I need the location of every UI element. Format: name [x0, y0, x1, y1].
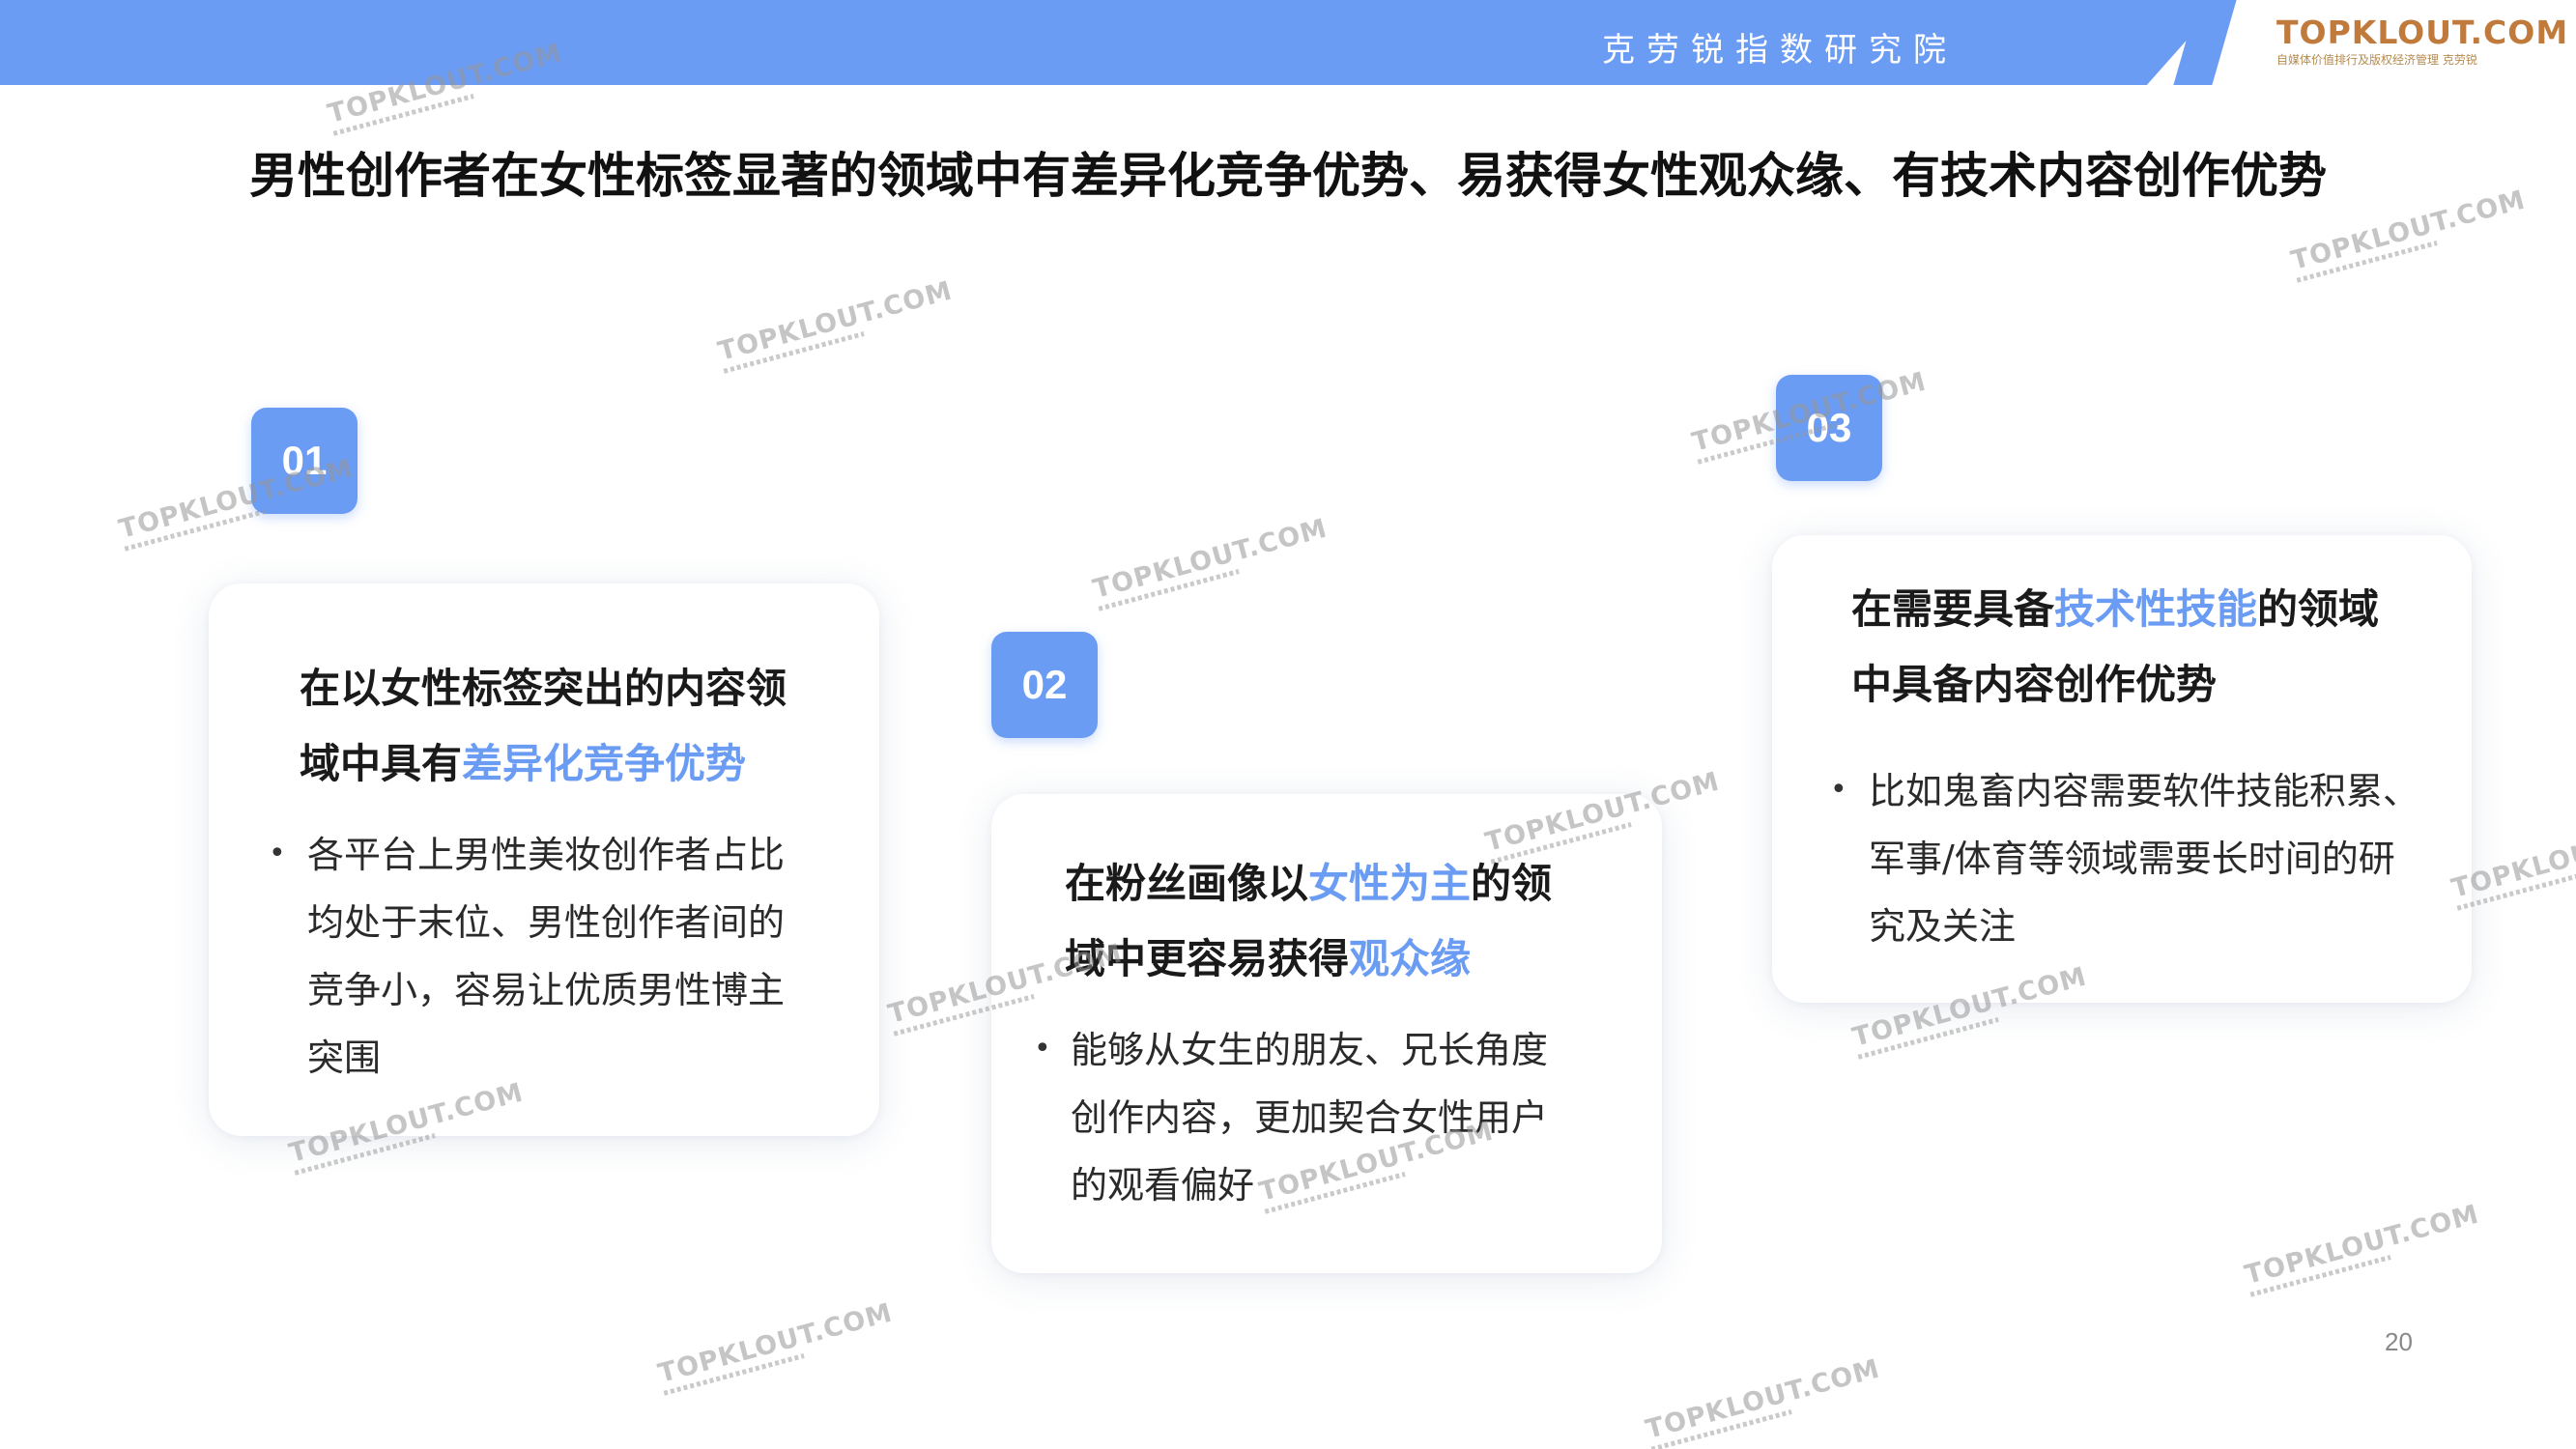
card-01-highlight: 差异化竞争优势 — [462, 740, 747, 787]
card-03-heading-suffix: 的领域 — [2257, 585, 2380, 633]
bullet-line: 能够从女生的朋友、兄长角度 — [1071, 1029, 1549, 1071]
topklout-logo: TOPKLOUT.COM 自媒体价值排行及版权经济管理 克劳锐 — [2276, 14, 2569, 68]
card-02-heading-suffix: 的领 — [1471, 860, 1553, 907]
bullet-line: 竞争小，容易让优质男性博主 — [307, 969, 786, 1011]
watermark: TOPKLOUT.COM — [1090, 513, 1332, 611]
bullet-line: 均处于末位、男性创作者间的 — [307, 901, 786, 944]
card-01-heading-prefix: 域中具有 — [300, 740, 463, 787]
bullet-line: 突围 — [307, 1037, 382, 1079]
card-02-heading: 在粉丝画像以女性为主的领 域中更容易获得观众缘 — [1065, 846, 1552, 997]
card-01-heading-line1: 在以女性标签突出的内容领 — [300, 665, 787, 712]
watermark: TOPKLOUT.COM — [1643, 1353, 1885, 1449]
card-02-highlight-1: 女性为主 — [1308, 860, 1472, 907]
page-number: 20 — [2385, 1327, 2413, 1356]
card-01-bullet: 各平台上男性美妆创作者占比 均处于末位、男性创作者间的 竞争小，容易让优质男性博… — [307, 821, 785, 1092]
bullet-line: 创作内容，更加契合女性用户 — [1071, 1096, 1549, 1139]
card-03-heading: 在需要具备技术性技能的领域 中具备内容创作优势 — [1851, 572, 2379, 723]
card-03: 在需要具备技术性技能的领域 中具备内容创作优势 • 比如鬼畜内容需要软件技能积累… — [1772, 535, 2472, 1003]
card-03-heading-prefix: 在需要具备 — [1851, 585, 2055, 633]
card-02-bullet: 能够从女生的朋友、兄长角度 创作内容，更加契合女性用户 的观看偏好 — [1071, 1016, 1548, 1219]
card-02-heading-prefix-2: 域中更容易获得 — [1065, 935, 1350, 982]
bullet-line: 究及关注 — [1869, 905, 2017, 948]
logo-text: TOPKLOUT.COM — [2276, 14, 2569, 51]
bullet-line: 各平台上男性美妆创作者占比 — [307, 834, 786, 876]
header-title: 克劳锐指数研究院 — [1602, 31, 1958, 70]
logo-subtitle: 自媒体价值排行及版权经济管理 克劳锐 — [2276, 53, 2477, 67]
watermark: TOPKLOUT.COM — [2242, 1199, 2484, 1296]
card-01-heading-line2: 域中具有差异化竞争优势 — [300, 726, 787, 802]
number-badge-01: 01 — [251, 408, 358, 514]
bullet-dot: • — [1830, 773, 1847, 807]
watermark: TOPKLOUT.COM — [655, 1297, 898, 1395]
card-02-highlight-2: 观众缘 — [1349, 935, 1472, 982]
card-01-heading: 在以女性标签突出的内容领 域中具有差异化竞争优势 — [300, 651, 787, 802]
page-title: 男性创作者在女性标签显著的领域中有差异化竞争优势、易获得女性观众缘、有技术内容创… — [249, 148, 2327, 204]
card-02-heading-line1: 在粉丝画像以女性为主的领 — [1065, 846, 1552, 922]
card-03-bullet: 比如鬼畜内容需要软件技能积累、 军事/体育等领域需要长时间的研 究及关注 — [1869, 757, 2419, 960]
watermark: TOPKLOUT.COM — [715, 275, 958, 373]
card-02-heading-line2: 域中更容易获得观众缘 — [1065, 922, 1552, 997]
bullet-line: 的观看偏好 — [1071, 1164, 1255, 1207]
bullet-dot: • — [1034, 1032, 1051, 1065]
card-02: 在粉丝画像以女性为主的领 域中更容易获得观众缘 • 能够从女生的朋友、兄长角度 … — [991, 794, 1662, 1273]
card-03-heading-line1: 在需要具备技术性技能的领域 — [1851, 572, 2379, 647]
card-01: 在以女性标签突出的内容领 域中具有差异化竞争优势 • 各平台上男性美妆创作者占比… — [209, 583, 879, 1136]
bullet-line: 军事/体育等领域需要长时间的研 — [1869, 838, 2395, 880]
card-03-heading-line2: 中具备内容创作优势 — [1851, 661, 2218, 708]
card-02-heading-prefix: 在粉丝画像以 — [1065, 860, 1309, 907]
number-badge-02: 02 — [991, 632, 1098, 738]
bullet-dot: • — [269, 837, 286, 870]
number-badge-03: 03 — [1776, 375, 1882, 481]
card-03-highlight: 技术性技能 — [2054, 585, 2258, 633]
slide: 克劳锐指数研究院 TOPKLOUT.COM 自媒体价值排行及版权经济管理 克劳锐… — [0, 0, 2576, 1449]
bullet-line: 比如鬼畜内容需要软件技能积累、 — [1869, 770, 2420, 812]
